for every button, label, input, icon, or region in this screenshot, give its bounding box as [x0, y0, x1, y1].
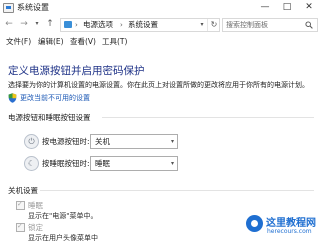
- power-button-action-value: 关机: [95, 137, 110, 146]
- search-box[interactable]: [222, 18, 318, 32]
- breadcrumb-system-settings[interactable]: 系统设置: [128, 19, 158, 31]
- lock-option-description: 显示在用户头像菜单中: [28, 234, 98, 242]
- power-button-icon: [24, 134, 39, 149]
- lock-option-label: 锁定: [28, 223, 43, 232]
- maximize-button[interactable]: □: [277, 0, 297, 15]
- recent-locations-button[interactable]: ▾: [32, 18, 42, 30]
- chevron-down-icon[interactable]: ▾: [197, 19, 207, 31]
- title-bar: 系统设置 — □ ✕: [0, 0, 320, 15]
- breadcrumb-power-options[interactable]: 电源选项: [83, 19, 113, 31]
- page-title: 定义电源按钮并启用密码保护: [8, 65, 145, 77]
- menu-edit[interactable]: 编辑(E): [38, 36, 64, 48]
- shutdown-section-title: 关机设置: [8, 186, 38, 195]
- breadcrumb-separator[interactable]: ›: [75, 19, 78, 31]
- sleep-button-icon: [24, 156, 39, 171]
- address-row: ← → ▾ ↑ › 电源选项 › 系统设置 ▾ ↻: [0, 15, 320, 34]
- address-bar[interactable]: › 电源选项 › 系统设置 ▾ ↻: [60, 18, 220, 32]
- chevron-down-icon: ▾: [170, 160, 174, 167]
- up-button[interactable]: ↑: [45, 18, 55, 30]
- sleep-option-description: 显示在"电源"菜单中。: [28, 212, 98, 220]
- site-watermark: 这里教程网 herecours.com: [246, 213, 320, 240]
- search-icon[interactable]: [305, 21, 313, 29]
- control-panel-icon: [3, 3, 14, 13]
- back-button[interactable]: ←: [4, 18, 14, 30]
- watermark-url: herecours.com: [267, 228, 312, 235]
- sleep-button-action-value: 睡眠: [95, 159, 110, 168]
- power-buttons-section-title: 电源按钮和睡眠按钮设置: [8, 113, 91, 122]
- sleep-option-label: 睡眠: [28, 201, 43, 210]
- menu-view[interactable]: 查看(V): [70, 36, 96, 48]
- change-settings-link-text[interactable]: 更改当前不可用的设置: [20, 93, 90, 103]
- section-divider: [102, 117, 314, 118]
- power-button-action-select[interactable]: 关机 ▾: [90, 134, 178, 149]
- section-divider: [40, 190, 314, 191]
- search-input[interactable]: [226, 19, 302, 31]
- sleep-button-label: 按睡眠按钮时:: [42, 159, 90, 168]
- close-button[interactable]: ✕: [299, 0, 319, 15]
- menu-bar: 文件(F) 编辑(E) 查看(V) 工具(T): [0, 36, 320, 48]
- sleep-button-action-select[interactable]: 睡眠 ▾: [90, 156, 178, 171]
- shield-icon: [8, 93, 17, 103]
- menu-file[interactable]: 文件(F): [6, 36, 31, 48]
- sleep-checkbox[interactable]: [16, 200, 25, 210]
- page-description: 选择要为你的计算机设置的电源设置。你在此页上对设置所做的更改将应用于你所有的电源…: [8, 81, 309, 89]
- window-title: 系统设置: [17, 3, 49, 12]
- watermark-name: 这里教程网: [266, 218, 316, 229]
- menu-tools[interactable]: 工具(T): [102, 36, 127, 48]
- power-button-label: 按电源按钮时:: [42, 137, 90, 146]
- refresh-icon[interactable]: ↻: [207, 19, 220, 31]
- chevron-down-icon: ▾: [170, 138, 174, 145]
- lock-checkbox[interactable]: [16, 222, 25, 232]
- breadcrumb-separator[interactable]: ›: [120, 19, 123, 31]
- forward-button[interactable]: →: [19, 18, 29, 30]
- minimize-button[interactable]: —: [255, 0, 275, 15]
- control-panel-icon: [64, 21, 72, 28]
- watermark-logo: [246, 215, 263, 232]
